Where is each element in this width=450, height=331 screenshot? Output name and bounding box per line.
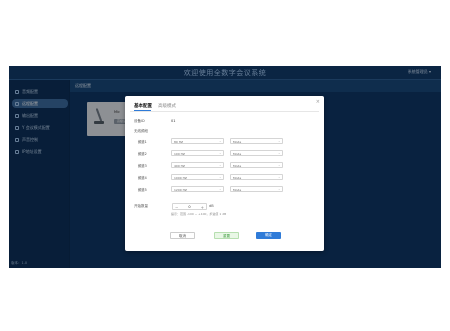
- chevron-down-icon: ⌄: [277, 139, 281, 144]
- tab-basic-config[interactable]: 基本配置: [134, 103, 152, 109]
- chevron-down-icon: ⌄: [218, 151, 222, 156]
- channel-label: 频道2: [138, 152, 147, 156]
- chevron-down-icon: ⌄: [277, 175, 281, 180]
- mode-select[interactable]: Mode ⌄: [230, 138, 283, 144]
- mode-select[interactable]: Mode ⌄: [230, 162, 283, 168]
- stepper-label: 开始数量: [134, 204, 148, 208]
- channel-label: 频道4: [138, 176, 147, 180]
- chevron-down-icon: ⌄: [277, 187, 281, 192]
- select-value: 400 HZ: [174, 163, 185, 168]
- close-icon[interactable]: ×: [316, 99, 320, 105]
- reset-button[interactable]: 重置: [214, 232, 239, 239]
- channel-label: 频道1: [138, 140, 147, 144]
- select-value: Mode: [233, 139, 242, 144]
- select-value: Mode: [233, 187, 242, 192]
- frequency-select[interactable]: 1000 HZ ⌄: [171, 174, 224, 180]
- tab-advanced-mode[interactable]: 高级模式: [158, 103, 176, 109]
- select-value: Mode: [233, 175, 242, 180]
- cancel-button[interactable]: 取消: [170, 232, 195, 239]
- chevron-down-icon: ⌄: [218, 139, 222, 144]
- quantity-stepper[interactable]: − 0 +: [172, 203, 207, 210]
- select-value: 80 HZ: [174, 139, 184, 144]
- device-id-value: 01: [171, 119, 176, 123]
- plus-icon[interactable]: +: [201, 205, 204, 210]
- frequency-select[interactable]: 400 HZ ⌄: [171, 162, 224, 168]
- section-label: 无线频段: [134, 129, 148, 133]
- channel-label: 频道3: [138, 164, 147, 168]
- select-value: Mode: [233, 163, 242, 168]
- save-button[interactable]: 确定: [256, 232, 281, 239]
- select-value: 1200 HZ: [174, 187, 187, 192]
- select-value: Mode: [233, 151, 242, 156]
- mode-select[interactable]: Mode ⌄: [230, 186, 283, 192]
- config-dialog: × 基本配置 高级模式 设备ID 01 无线频段 频道1 80 HZ ⌄ Mode…: [125, 96, 324, 251]
- chevron-down-icon: ⌄: [277, 151, 281, 156]
- chevron-down-icon: ⌄: [218, 175, 222, 180]
- mode-select[interactable]: Mode ⌄: [230, 174, 283, 180]
- select-value: 1000 HZ: [174, 175, 187, 180]
- hint-text: 提示：范围 -100 ~ +100，步进值 1 dB: [171, 212, 227, 216]
- chevron-down-icon: ⌄: [218, 163, 222, 168]
- device-id-label: 设备ID: [134, 119, 145, 123]
- channel-label: 频道5: [138, 188, 147, 192]
- select-value: 100 HZ: [174, 151, 185, 156]
- frequency-select[interactable]: 80 HZ ⌄: [171, 138, 224, 144]
- frequency-select[interactable]: 100 HZ ⌄: [171, 150, 224, 156]
- chevron-down-icon: ⌄: [218, 187, 222, 192]
- stepper-unit: dB: [209, 204, 214, 208]
- tab-divider: [130, 111, 319, 112]
- chevron-down-icon: ⌄: [277, 163, 281, 168]
- frequency-select[interactable]: 1200 HZ ⌄: [171, 186, 224, 192]
- mode-select[interactable]: Mode ⌄: [230, 150, 283, 156]
